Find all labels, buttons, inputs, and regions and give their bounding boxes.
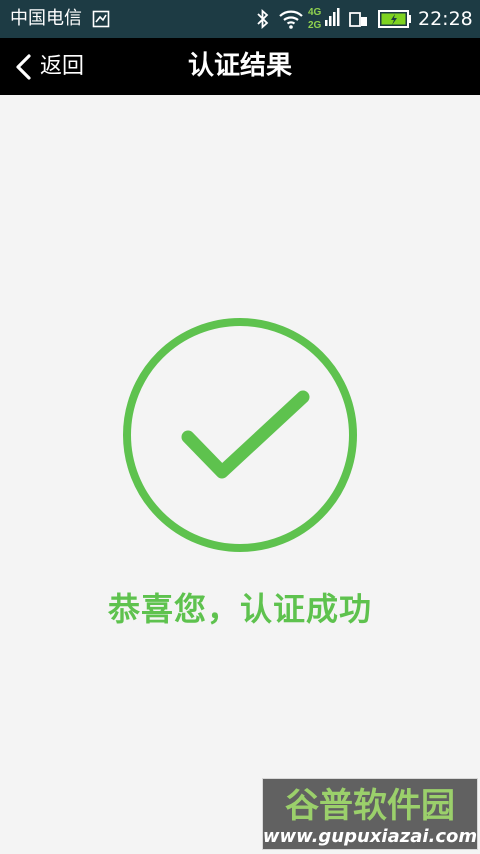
network-type-label: 2G xyxy=(308,20,322,31)
carrier-name: 中国电信 xyxy=(10,8,82,29)
success-message: 恭喜您，认证成功 xyxy=(107,590,372,628)
battery-charging-icon xyxy=(378,10,412,28)
result-content: 恭喜您，认证成功 xyxy=(0,95,480,854)
back-button[interactable]: 返回 xyxy=(10,38,100,95)
watermark-url: www.gupuxiazai.com xyxy=(263,826,477,847)
signal-icon: 4G 2G xyxy=(308,5,340,31)
bluetooth-icon xyxy=(256,8,270,30)
sim-card-icon xyxy=(92,10,110,28)
network-type-label: 4G xyxy=(308,7,322,18)
status-time: 22:28 xyxy=(418,8,473,30)
back-label: 返回 xyxy=(40,54,85,79)
sim-slot-icon xyxy=(348,10,368,28)
status-bar: 中国电信 4G 2G 22:28 xyxy=(0,0,480,38)
chevron-left-icon xyxy=(14,53,32,81)
check-circle-icon xyxy=(120,317,360,557)
wifi-icon xyxy=(279,9,303,29)
watermark-logo: 谷普软件园 www.gupuxiazai.com xyxy=(262,778,478,850)
title-bar: 返回 认证结果 xyxy=(0,38,480,95)
watermark-brand: 谷普软件园 xyxy=(285,786,455,826)
